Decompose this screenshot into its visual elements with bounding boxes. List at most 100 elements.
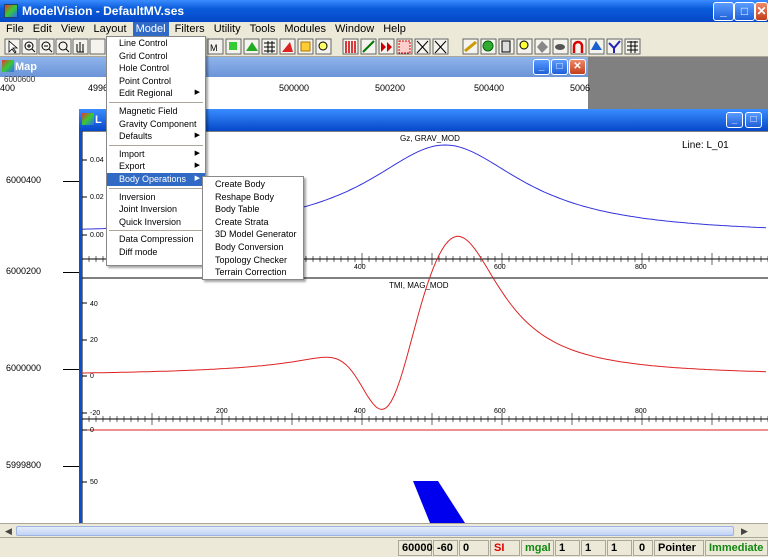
panel2-title: TMI, MAG_MOD xyxy=(389,281,449,290)
line-label: Line: L_01 xyxy=(682,140,729,151)
map-x-label: 400 xyxy=(0,83,16,93)
panel1-y-label: 0.04 xyxy=(90,157,104,164)
grid-y-label: 6000200 xyxy=(6,266,42,276)
line-maximize-button[interactable]: □ xyxy=(745,112,762,128)
menu-separator xyxy=(109,144,203,146)
status-field: 0 xyxy=(633,540,653,556)
menu-filters[interactable]: Filters xyxy=(172,22,208,37)
status-field: 1 xyxy=(555,540,580,556)
submenu-arrow-icon: ▶ xyxy=(194,162,200,170)
pan-icon[interactable] xyxy=(72,38,89,55)
menu-body-operations[interactable]: Body Operations ▶ xyxy=(107,172,205,186)
body-operations-submenu: Create Body Reshape Body Body Table Crea… xyxy=(202,176,304,280)
status-grav-units: mgal xyxy=(521,540,554,556)
menu-item-label: Point Control xyxy=(119,75,172,86)
model-body[interactable] xyxy=(413,481,465,523)
menu-3d-model-generator[interactable]: 3D Model Generator xyxy=(203,228,303,241)
menu-view[interactable]: View xyxy=(58,22,88,37)
menu-topology-checker[interactable]: Topology Checker xyxy=(203,254,303,267)
menu-item-label: Edit Regional xyxy=(119,88,173,99)
menu-utility[interactable]: Utility xyxy=(211,22,244,37)
panel2-y-axis: 40 20 0 -20 xyxy=(82,301,100,417)
grid-y-label: 6000400 xyxy=(6,175,42,185)
panel1-y-label: 0.02 xyxy=(90,194,104,201)
pointer-icon[interactable] xyxy=(4,38,21,55)
horizontal-scrollbar[interactable]: ◀ ▶ xyxy=(0,523,768,537)
close-button[interactable]: ✕ xyxy=(755,2,768,21)
model-tool-icons[interactable]: M xyxy=(207,38,332,55)
menu-window[interactable]: Window xyxy=(332,22,377,37)
menu-body-conversion[interactable]: Body Conversion xyxy=(203,241,303,254)
minimize-button[interactable]: _ xyxy=(713,2,734,21)
menu-model[interactable]: Model xyxy=(132,22,169,37)
menu-inversion[interactable]: Inversion xyxy=(107,191,205,204)
menu-export[interactable]: Export ▶ xyxy=(107,160,205,173)
scroll-right-icon[interactable]: ▶ xyxy=(738,525,751,537)
menu-tools[interactable]: Tools xyxy=(247,22,279,37)
menu-item-label: Quick Inversion xyxy=(119,216,182,227)
zoom-fit-icon[interactable] xyxy=(55,38,72,55)
svg-text:M: M xyxy=(210,43,218,53)
menu-item-label: Line Control xyxy=(119,38,168,48)
menu-create-strata[interactable]: Create Strata xyxy=(203,216,303,229)
panel2-x-label: 200 xyxy=(216,408,228,415)
menu-joint-inversion[interactable]: Joint Inversion xyxy=(107,203,205,216)
menu-body-table[interactable]: Body Table xyxy=(203,203,303,216)
menu-diff-mode[interactable]: Diff mode xyxy=(107,246,205,259)
map-window-caption[interactable]: Map _ □ ✕ xyxy=(0,57,588,77)
map-x-label: 500000 xyxy=(279,83,310,93)
panel1-title: Gz, GRAV_MOD xyxy=(400,134,460,143)
grid-y-tick xyxy=(63,369,79,370)
panel1-y-axis: 0.04 0.02 0.00 xyxy=(82,157,104,239)
map-minimize-button[interactable]: _ xyxy=(533,59,550,75)
menu-quick-inversion[interactable]: Quick Inversion xyxy=(107,216,205,229)
menu-help[interactable]: Help xyxy=(380,22,409,37)
menu-item-label: Diff mode xyxy=(119,246,158,257)
grid-y-label: 5999800 xyxy=(6,460,42,470)
menu-point-control[interactable]: Point Control xyxy=(107,75,205,88)
menu-magnetic-field[interactable]: Magnetic Field xyxy=(107,105,205,118)
menu-separator xyxy=(109,230,203,232)
menu-layout[interactable]: Layout xyxy=(91,22,130,37)
status-value: 0 xyxy=(459,540,489,556)
menu-edit[interactable]: Edit xyxy=(30,22,55,37)
panel1-x-labels: 400 600 800 xyxy=(354,264,647,271)
menu-data-compression[interactable]: Data Compression xyxy=(107,233,205,246)
menu-terrain-correction[interactable]: Terrain Correction xyxy=(203,266,303,279)
zoom-in-icon[interactable] xyxy=(21,38,38,55)
zoom-out-icon[interactable] xyxy=(38,38,55,55)
menu-item-label: Hole Control xyxy=(119,63,170,74)
menu-file[interactable]: File xyxy=(3,22,27,37)
menu-hole-control[interactable]: Hole Control xyxy=(107,62,205,75)
menu-defaults[interactable]: Defaults ▶ xyxy=(107,130,205,143)
scroll-thumb[interactable] xyxy=(16,526,734,536)
app-icon xyxy=(4,4,18,18)
menu-create-body[interactable]: Create Body xyxy=(203,178,303,191)
map-close-button[interactable]: ✕ xyxy=(569,59,586,75)
title-bar: ModelVision - DefaultMV.ses _ □ ✕ xyxy=(0,0,768,22)
map-window-icon xyxy=(2,60,14,72)
panel3-y-label: 50 xyxy=(90,479,98,486)
panel2-y-label: 0 xyxy=(90,373,94,380)
menu-grid-control[interactable]: Grid Control xyxy=(107,50,205,63)
menu-reshape-body[interactable]: Reshape Body xyxy=(203,191,303,204)
menu-separator xyxy=(109,101,203,103)
status-coord: 60000 xyxy=(398,540,433,556)
redraw-icon[interactable] xyxy=(89,38,106,55)
menu-modules[interactable]: Modules xyxy=(281,22,329,37)
maximize-button[interactable]: □ xyxy=(734,2,755,21)
display-tool-icons[interactable] xyxy=(342,38,641,55)
grid-y-tick xyxy=(63,466,79,467)
map-x-label: 500400 xyxy=(474,83,505,93)
map-maximize-button[interactable]: □ xyxy=(551,59,568,75)
menu-line-control[interactable]: Line Control xyxy=(107,37,205,50)
grid-y-tick xyxy=(63,272,79,273)
scroll-left-icon[interactable]: ◀ xyxy=(2,525,15,537)
menu-import[interactable]: Import ▶ xyxy=(107,148,205,161)
menu-gravity-component[interactable]: Gravity Component xyxy=(107,118,205,131)
menu-edit-regional[interactable]: Edit Regional ▶ xyxy=(107,87,205,100)
line-minimize-button[interactable]: _ xyxy=(726,112,743,128)
menu-item-label: Magnetic Field xyxy=(119,105,178,116)
menu-bar: File Edit View Layout Model Filters Util… xyxy=(0,22,768,37)
menu-item-label: Inversion xyxy=(119,191,156,202)
